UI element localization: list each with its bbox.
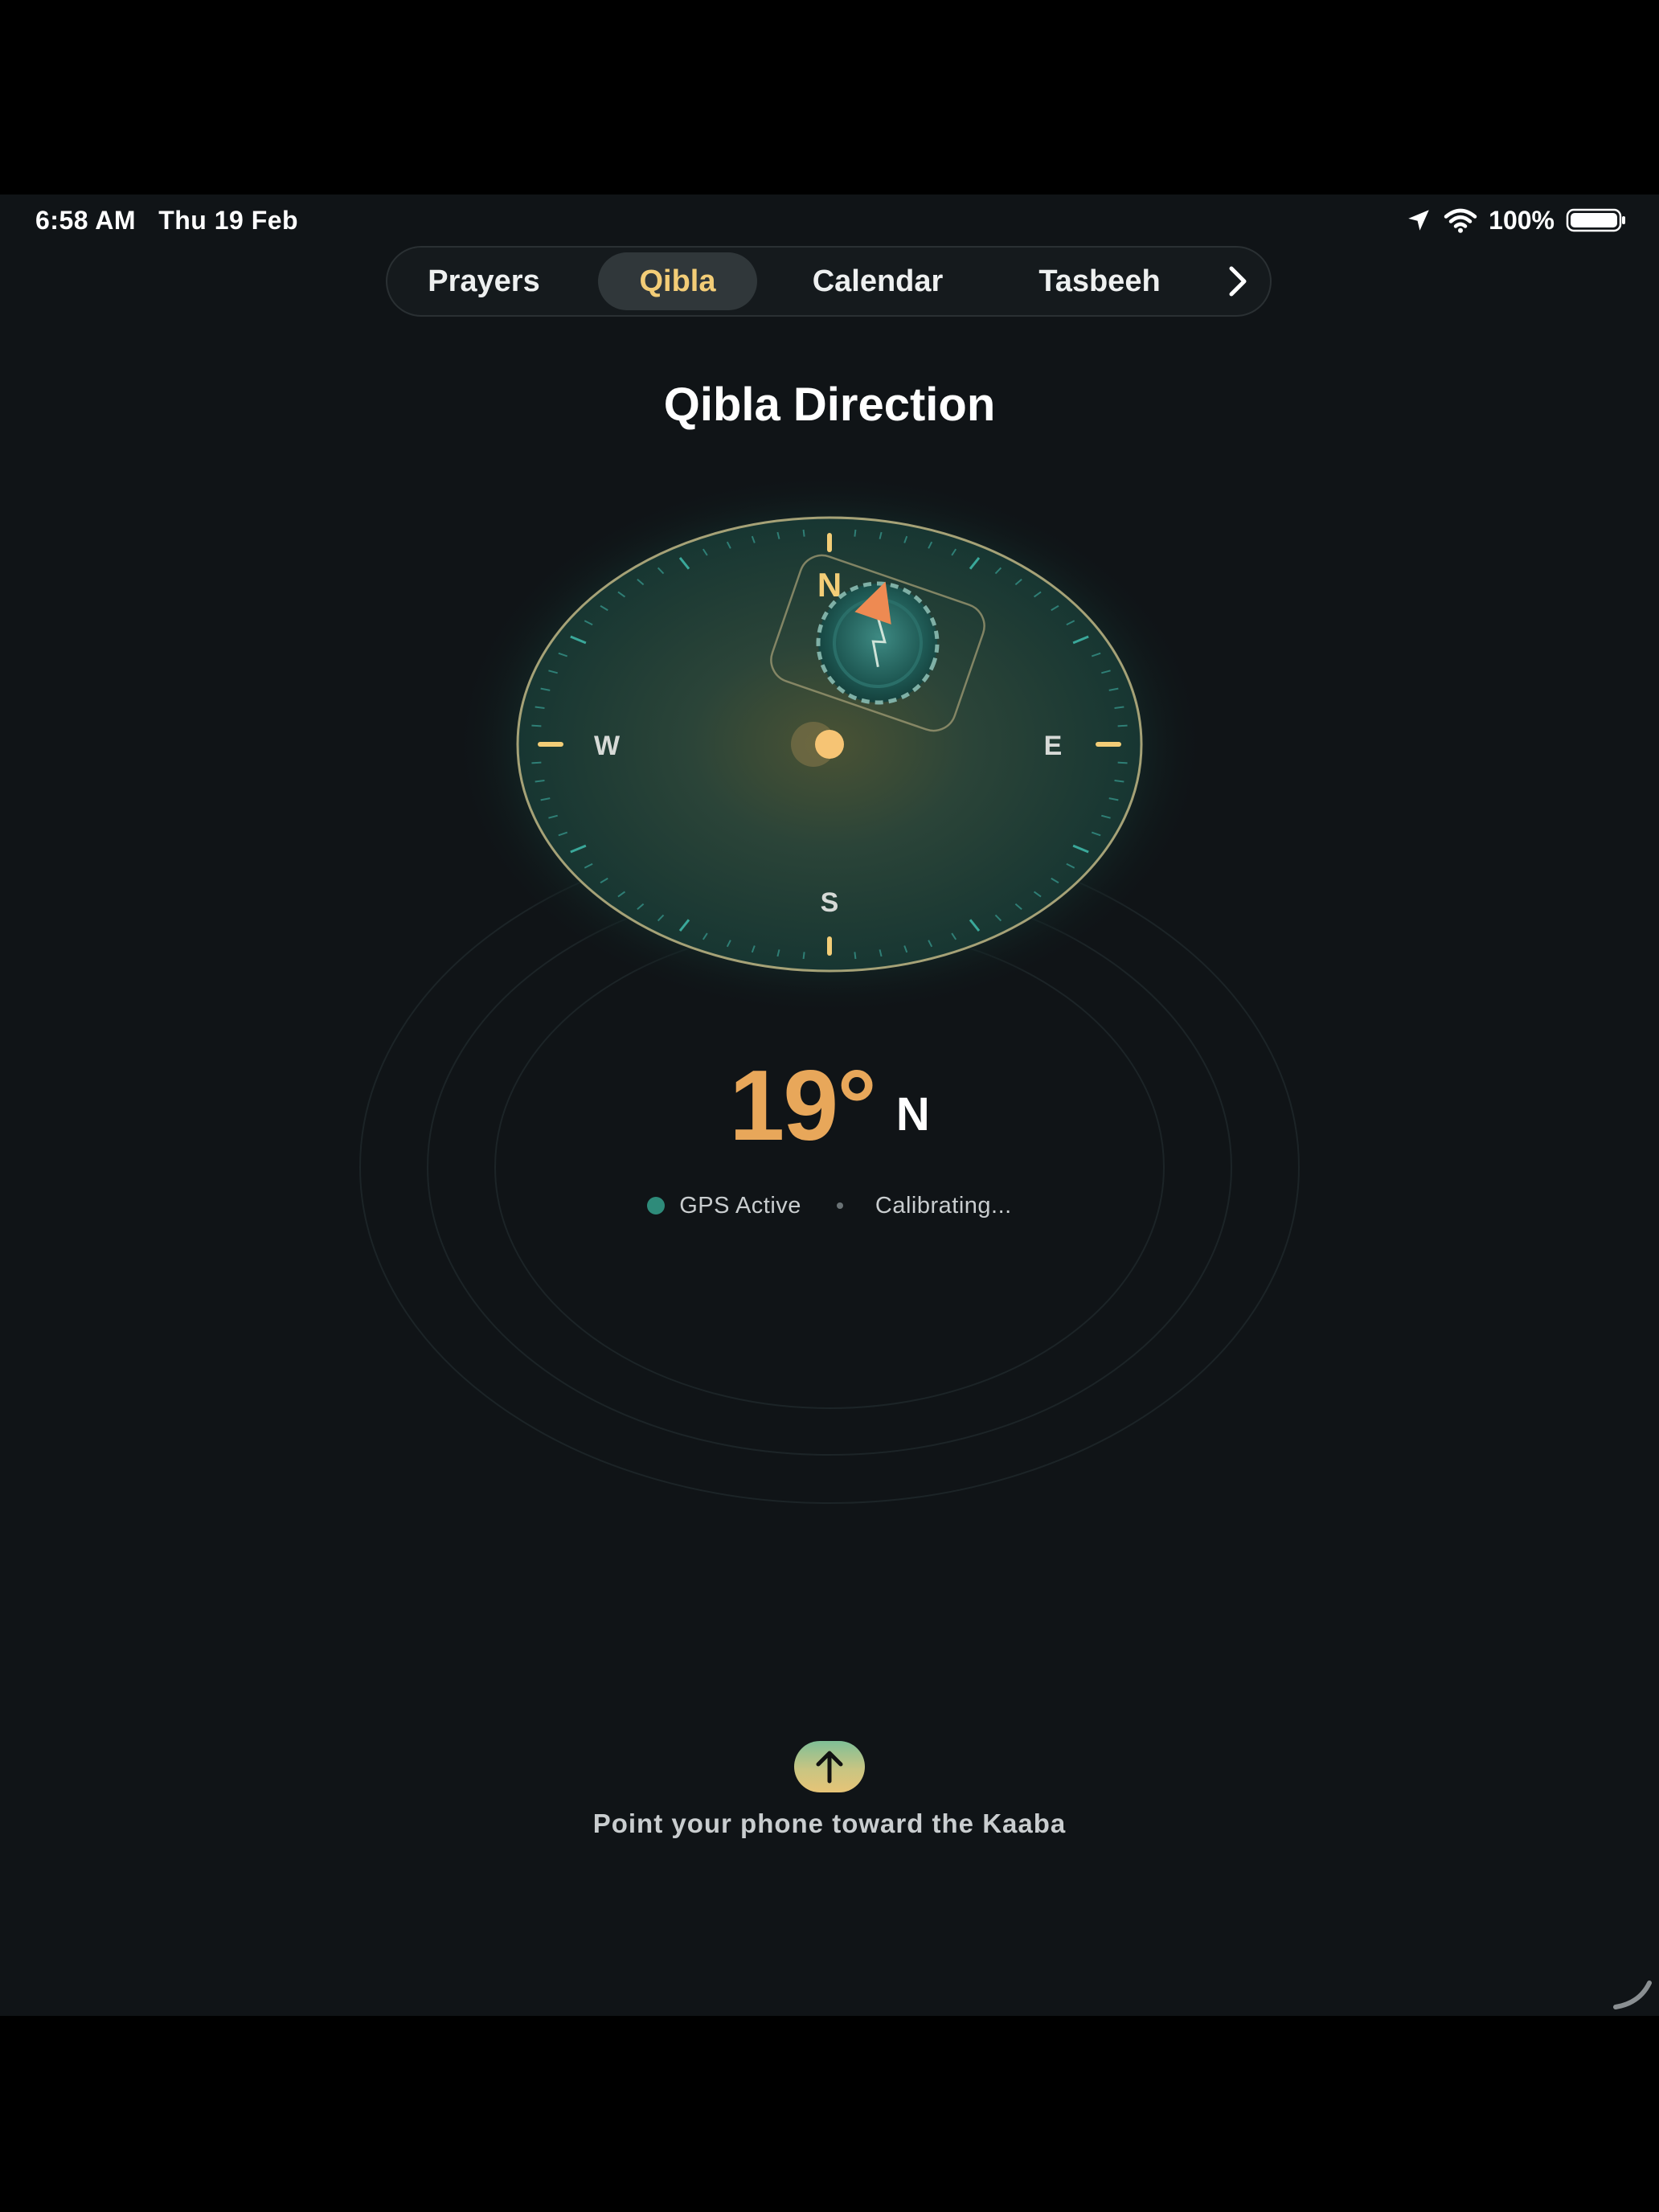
compass-tick — [1117, 724, 1128, 727]
south-label: S — [821, 887, 839, 918]
gps-status-dot — [647, 1197, 666, 1215]
west-label: W — [594, 731, 621, 761]
corner-spinner-icon — [1613, 1981, 1652, 2009]
calibration-status-text: Calibrating... — [875, 1192, 1012, 1219]
arrow-up-icon — [816, 1751, 843, 1784]
compass-tick — [531, 761, 542, 764]
needle-pivot — [815, 730, 844, 759]
east-label: E — [1044, 731, 1063, 761]
sensor-status: GPS Active Calibrating... — [0, 1190, 1659, 1222]
hint-text: Point your phone toward the Kaaba — [592, 1809, 1067, 1838]
hint-badge — [794, 1741, 865, 1792]
heading-readout: 19° N — [0, 1049, 1659, 1163]
compass-tick — [854, 952, 857, 960]
north-label: N — [817, 566, 842, 604]
heading-degrees: 19° — [729, 1051, 877, 1161]
compass-tick — [802, 952, 805, 960]
app-screen: 6:58 AM Thu 19 Feb 100% Prayers Qibla Ca… — [0, 195, 1659, 2016]
compass-tick — [1117, 761, 1128, 764]
gps-status-text: GPS Active — [679, 1192, 801, 1219]
compass-tick — [802, 529, 805, 537]
compass-tick — [531, 724, 542, 727]
heading-direction: N — [895, 1088, 930, 1141]
compass-tick — [854, 529, 857, 537]
status-separator — [836, 1202, 843, 1209]
